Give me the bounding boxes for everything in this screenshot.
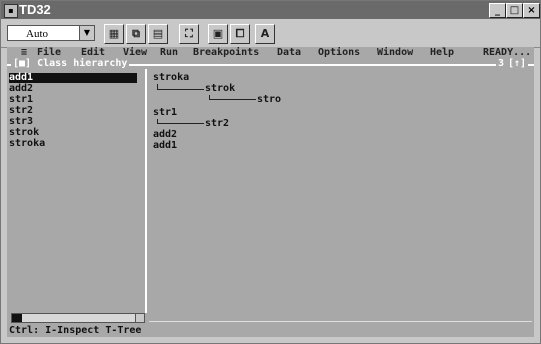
- close-button[interactable]: ×: [523, 3, 540, 18]
- menu-data[interactable]: Data: [277, 47, 301, 59]
- tree-connector: [157, 119, 204, 124]
- scroll-right-icon[interactable]: [135, 314, 144, 322]
- menu-window[interactable]: Window: [377, 47, 413, 59]
- tree-connector: [157, 84, 204, 90]
- menu-help[interactable]: Help: [430, 47, 454, 59]
- font-icon[interactable]: A: [255, 24, 275, 44]
- close-box-icon[interactable]: [■]: [13, 58, 31, 69]
- window-number: 3: [495, 58, 506, 69]
- maximize-button[interactable]: □: [506, 3, 523, 18]
- horizontal-scrollbar[interactable]: [11, 313, 145, 323]
- fullscreen-icon[interactable]: ⛶: [179, 24, 199, 44]
- debugger-screen: ≡ File Edit View Run Breakpoints Data Op…: [7, 47, 534, 337]
- tree-connector: [209, 95, 256, 100]
- menu-options[interactable]: Options: [318, 47, 360, 59]
- class-list-item[interactable]: str2: [9, 106, 33, 116]
- scroll-thumb[interactable]: [12, 314, 22, 322]
- tree-node[interactable]: stroka: [153, 73, 189, 83]
- pane-bottom-border: [149, 315, 532, 322]
- tree-node[interactable]: stro: [257, 95, 281, 105]
- class-list-item[interactable]: str3: [9, 117, 33, 127]
- toolbar: Auto ▼ ▦ ⧉ ▤ ⛶ ▣ ⧠ A: [1, 19, 540, 48]
- td32-window: ▪ TD32 _ □ × Auto ▼ ▦ ⧉ ▤ ⛶ ▣ ⧠ A ≡ File…: [0, 0, 541, 344]
- pane-header: [■] Class hierarchy 3 [↑]: [7, 59, 534, 69]
- tree-node[interactable]: add1: [153, 141, 177, 151]
- windows-alt-icon[interactable]: ⧠: [230, 24, 250, 44]
- class-list-item[interactable]: add2: [9, 84, 33, 94]
- windows-icon[interactable]: ▣: [208, 24, 228, 44]
- class-list-pane[interactable]: add1 add2 str1 str2 str3 strok stroka: [7, 69, 147, 313]
- grid-icon[interactable]: ▦: [104, 24, 124, 44]
- copy-icon[interactable]: ⧉: [126, 24, 146, 44]
- paste-icon[interactable]: ▤: [148, 24, 168, 44]
- tree-node[interactable]: strok: [205, 84, 235, 94]
- tree-node[interactable]: add2: [153, 130, 177, 140]
- pane-title: Class hierarchy: [37, 58, 128, 69]
- font-select-value: Auto: [26, 28, 48, 40]
- app-icon[interactable]: ▪: [4, 4, 18, 18]
- class-list-item[interactable]: stroka: [9, 139, 45, 149]
- tree-node[interactable]: str2: [205, 119, 229, 129]
- class-list-item[interactable]: add1: [9, 73, 137, 83]
- minimize-button[interactable]: _: [489, 3, 506, 18]
- title-bar[interactable]: ▪ TD32 _ □ ×: [1, 1, 540, 19]
- hierarchy-tree-pane[interactable]: stroka strok stro str1 str2 add2 add1: [149, 69, 534, 313]
- tree-node[interactable]: str1: [153, 108, 177, 118]
- pane-title-group: [■] Class hierarchy: [11, 58, 130, 69]
- class-list-item[interactable]: str1: [9, 95, 33, 105]
- menu-run[interactable]: Run: [160, 47, 178, 59]
- status-bar: Ctrl: I-Inspect T-Tree: [9, 325, 142, 336]
- zoom-arrow-icon[interactable]: [↑]: [505, 59, 528, 69]
- class-list-item[interactable]: strok: [9, 128, 39, 138]
- menu-breakpoints[interactable]: Breakpoints: [193, 47, 259, 59]
- chevron-down-icon[interactable]: ▼: [79, 26, 94, 40]
- font-select[interactable]: Auto ▼: [7, 25, 95, 41]
- window-title: TD32: [19, 2, 51, 17]
